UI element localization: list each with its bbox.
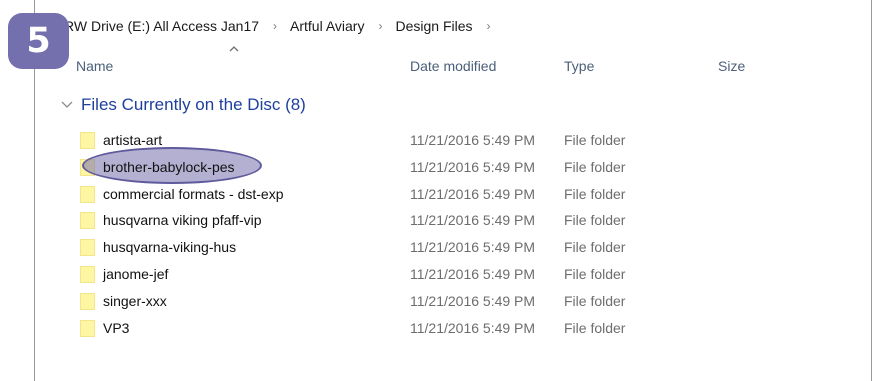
file-type: File folder bbox=[564, 158, 626, 175]
file-type: File folder bbox=[564, 132, 626, 148]
chevron-down-icon[interactable] bbox=[60, 100, 74, 110]
chevron-right-icon[interactable]: › bbox=[364, 19, 395, 33]
file-date: 11/21/2016 5:49 PM bbox=[410, 212, 536, 229]
file-row[interactable]: husqvarna viking pfaff-vip 11/21/2016 5:… bbox=[0, 208, 878, 235]
file-type: File folder bbox=[564, 239, 626, 256]
group-header-label: Files Currently on the Disc (8) bbox=[81, 95, 306, 114]
file-type: File folder bbox=[564, 319, 626, 336]
column-header-name[interactable]: Name bbox=[76, 58, 113, 74]
folder-icon bbox=[80, 158, 95, 176]
folder-icon bbox=[80, 319, 95, 337]
file-date: 11/21/2016 5:49 PM bbox=[410, 319, 536, 336]
file-name[interactable]: janome-jef bbox=[103, 266, 168, 282]
file-row[interactable]: janome-jef 11/21/2016 5:49 PM File folde… bbox=[0, 262, 878, 289]
explorer-page: 5 RW Drive (E:) All Access Jan17 › Artfu… bbox=[0, 0, 878, 381]
file-name[interactable]: husqvarna-viking-hus bbox=[103, 239, 236, 255]
file-type: File folder bbox=[564, 265, 626, 282]
column-header-type[interactable]: Type bbox=[564, 58, 594, 74]
folder-icon bbox=[80, 185, 95, 203]
chevron-right-icon[interactable]: › bbox=[473, 19, 491, 33]
file-row[interactable]: brother-babylock-pes 11/21/2016 5:49 PM … bbox=[0, 155, 878, 182]
column-header-size[interactable]: Size bbox=[718, 58, 745, 74]
file-list: artista-art 11/21/2016 5:49 PM File fold… bbox=[0, 128, 878, 342]
breadcrumb-item-artful-aviary[interactable]: Artful Aviary bbox=[290, 18, 364, 34]
folder-icon bbox=[80, 239, 95, 257]
file-row[interactable]: husqvarna-viking-hus 11/21/2016 5:49 PM … bbox=[0, 235, 878, 262]
folder-icon bbox=[80, 265, 95, 283]
file-date: 11/21/2016 5:49 PM bbox=[410, 132, 536, 148]
folder-icon bbox=[80, 212, 95, 230]
file-name[interactable]: singer-xxx bbox=[103, 293, 167, 309]
file-name[interactable]: VP3 bbox=[103, 320, 129, 336]
breadcrumb-item-drive[interactable]: RW Drive (E:) All Access Jan17 bbox=[64, 18, 259, 34]
file-date: 11/21/2016 5:49 PM bbox=[410, 265, 536, 282]
file-name[interactable]: husqvarna viking pfaff-vip bbox=[103, 212, 262, 228]
file-row[interactable]: artista-art 11/21/2016 5:49 PM File fold… bbox=[0, 128, 878, 155]
file-name[interactable]: artista-art bbox=[103, 132, 162, 148]
file-name[interactable]: commercial formats - dst-exp bbox=[103, 186, 283, 202]
folder-icon bbox=[80, 132, 95, 149]
file-row[interactable]: VP3 11/21/2016 5:49 PM File folder bbox=[0, 316, 878, 343]
file-date: 11/21/2016 5:49 PM bbox=[410, 292, 536, 309]
step-number-badge: 5 bbox=[8, 13, 69, 69]
column-header-date-modified[interactable]: Date modified bbox=[410, 58, 496, 74]
breadcrumb: RW Drive (E:) All Access Jan17 › Artful … bbox=[64, 16, 491, 36]
file-date: 11/21/2016 5:49 PM bbox=[410, 239, 536, 256]
file-type: File folder bbox=[564, 292, 626, 309]
breadcrumb-item-design-files[interactable]: Design Files bbox=[395, 18, 472, 34]
group-header[interactable]: Files Currently on the Disc (8) bbox=[60, 95, 306, 115]
chevron-right-icon[interactable]: › bbox=[259, 19, 290, 33]
sort-up-icon bbox=[229, 46, 239, 52]
file-date: 11/21/2016 5:49 PM bbox=[410, 185, 536, 202]
file-name[interactable]: brother-babylock-pes bbox=[103, 159, 235, 175]
file-type: File folder bbox=[564, 185, 626, 202]
file-row[interactable]: singer-xxx 11/21/2016 5:49 PM File folde… bbox=[0, 289, 878, 316]
file-row[interactable]: commercial formats - dst-exp 11/21/2016 … bbox=[0, 182, 878, 209]
file-type: File folder bbox=[564, 212, 626, 229]
file-date: 11/21/2016 5:49 PM bbox=[410, 158, 536, 175]
folder-icon bbox=[80, 292, 95, 310]
